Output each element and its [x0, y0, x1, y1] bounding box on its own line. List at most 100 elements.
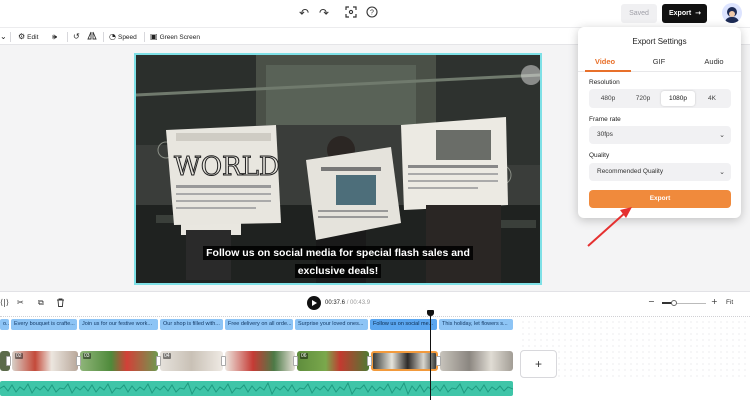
newspaper-headline: WORLD [174, 152, 280, 182]
total-time: 00:43.9 [350, 300, 371, 306]
sliders-icon: ⚙ [18, 32, 26, 41]
video-clip-selected[interactable] [371, 351, 438, 371]
duplicate-icon[interactable]: ⧉ [38, 298, 44, 308]
screenshot-icon[interactable] [344, 6, 358, 20]
green-screen-label: Green Screen [159, 34, 201, 41]
current-time: 00:37.6 [325, 300, 346, 306]
resolution-selector: 480p 720p 1080p 4K [589, 89, 731, 108]
clip-number: 03 [83, 353, 91, 359]
speed-button[interactable]: ◔ Speed [109, 31, 137, 43]
zoom-in-icon[interactable]: + [711, 297, 718, 306]
transition-handle[interactable] [436, 356, 441, 366]
help-icon[interactable]: ? [365, 6, 379, 20]
panel-title: Export Settings [632, 37, 687, 46]
speed-label: Speed [117, 34, 137, 41]
arrow-right-icon: → [695, 9, 701, 17]
frame-rate-value: 30fps [597, 131, 613, 138]
divider [67, 32, 68, 42]
redo-icon[interactable]: ↷ [317, 6, 331, 20]
caption-clip-selected[interactable]: Follow us on social me... [370, 319, 437, 330]
split-icon[interactable]: ⟨|⟩ [0, 298, 9, 307]
caption-clip[interactable]: o... [0, 319, 9, 330]
chevron-down-icon: ⌄ [719, 168, 725, 176]
saved-button: Saved [621, 4, 657, 23]
caption-line-1: Follow us on social media for special fl… [203, 246, 473, 260]
tab-video[interactable]: Video [578, 57, 632, 66]
caption-clip[interactable]: Join us for our festive work... [79, 319, 158, 330]
edit-button[interactable]: ⚙ Edit [18, 31, 38, 43]
caption-clip[interactable]: Surprise your loved ones... [295, 319, 368, 330]
playhead-handle[interactable] [427, 310, 434, 316]
timeline-ruler[interactable] [0, 313, 750, 317]
transition-handle[interactable] [76, 356, 81, 366]
transition-handle[interactable] [221, 356, 226, 366]
transition-handle[interactable] [293, 356, 298, 366]
clip-number: 04 [163, 353, 171, 359]
trash-icon[interactable] [56, 298, 65, 309]
scissors-icon[interactable]: ✂ [17, 298, 24, 307]
caption-track: o... Every bouquet is crafte... Join us … [0, 319, 520, 331]
resolution-4k[interactable]: 4K [695, 91, 729, 106]
fit-button[interactable]: Fit [726, 299, 733, 306]
transition-handle[interactable] [6, 356, 11, 366]
tab-indicator [585, 70, 631, 72]
volume-icon[interactable]: 🕪 [52, 31, 59, 43]
clip-number: 02 [15, 353, 23, 359]
video-caption: Follow us on social media for special fl… [136, 243, 540, 279]
svg-text:?: ? [370, 10, 374, 17]
caption-clip[interactable]: Free delivery on all orde... [225, 319, 293, 330]
clip-number: 06 [300, 353, 308, 359]
green-screen-icon: ▣ [150, 32, 158, 41]
video-clip[interactable]: 03 [80, 351, 158, 371]
video-clip[interactable]: 06 [297, 351, 369, 371]
video-clip[interactable] [225, 351, 295, 371]
resolution-720p[interactable]: 720p [626, 91, 660, 106]
divider [10, 32, 11, 42]
edit-label: Edit [27, 34, 39, 41]
audio-track[interactable] [0, 381, 513, 396]
speedometer-icon: ◔ [109, 32, 116, 41]
top-bar: ↶ ↷ ? Saved Export → [0, 0, 750, 27]
video-clip[interactable]: 04 [160, 351, 223, 371]
export-settings-panel: Export Settings Video GIF Audio Resoluti… [578, 27, 741, 218]
time-display: 00:37.6 / 00:43.9 [325, 300, 371, 306]
resolution-480p[interactable]: 480p [591, 91, 625, 106]
divider [144, 32, 145, 42]
tab-audio[interactable]: Audio [687, 57, 741, 66]
export-button[interactable]: Export → [662, 4, 707, 23]
resolution-label: Resolution [589, 79, 620, 86]
undo-icon[interactable]: ↶ [297, 6, 311, 20]
video-preview[interactable]: WORLD Follow us on social media for spec… [134, 53, 542, 285]
audio-waveform [0, 381, 513, 396]
rotate-icon[interactable]: ↺ [73, 31, 82, 43]
transition-handle[interactable] [367, 356, 372, 366]
timeline-panel: ⟨|⟩ ✂ ⧉ 00:37.6 / 00:43.9 − + Fit o... E… [0, 291, 750, 400]
export-confirm-button[interactable]: Export [589, 190, 731, 208]
chevron-down-icon: ⌄ [719, 131, 725, 139]
caption-clip[interactable]: This holiday, let flowers s... [439, 319, 513, 330]
caption-line-2: exclusive deals! [294, 264, 382, 278]
caption-clip[interactable]: Every bouquet is crafte... [11, 319, 77, 330]
divider [103, 32, 104, 42]
add-clip-button[interactable]: + [520, 350, 557, 378]
export-button-label: Export [669, 10, 692, 17]
flip-icon[interactable] [87, 31, 97, 43]
avatar[interactable] [722, 3, 742, 23]
video-clip[interactable] [440, 351, 513, 371]
zoom-slider-handle[interactable] [671, 300, 677, 306]
quality-value: Recommended Quality [597, 168, 664, 175]
green-screen-button[interactable]: ▣ Green Screen [150, 31, 200, 43]
playhead-line[interactable] [430, 311, 431, 400]
frame-rate-select[interactable]: 30fps ⌄ [589, 126, 731, 144]
resolution-1080p[interactable]: 1080p [661, 91, 695, 106]
caption-clip[interactable]: Our shop is filled with... [160, 319, 223, 330]
tab-gif[interactable]: GIF [632, 57, 686, 66]
quality-select[interactable]: Recommended Quality ⌄ [589, 163, 731, 181]
chevron-down-icon[interactable]: ⌄ [0, 31, 9, 43]
zoom-out-icon[interactable]: − [648, 297, 655, 306]
transition-handle[interactable] [156, 356, 161, 366]
quality-label: Quality [589, 152, 610, 159]
video-clip[interactable]: 02 [12, 351, 78, 371]
play-button[interactable] [307, 296, 321, 310]
frame-rate-label: Frame rate [589, 116, 621, 123]
